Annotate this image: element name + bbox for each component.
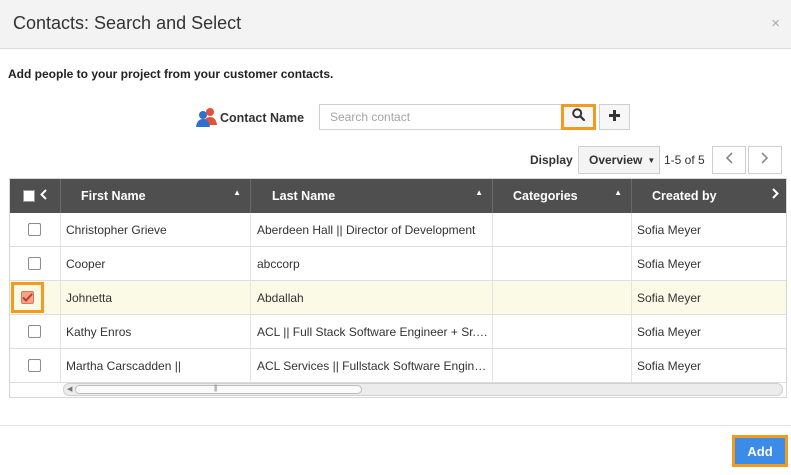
column-header-label: Last Name — [272, 189, 336, 203]
plus-icon — [609, 108, 620, 126]
view-dropdown-value: Overview — [589, 153, 643, 167]
row-checkbox-checked[interactable] — [20, 291, 34, 304]
first-name-cell: Martha Carscadden || — [61, 349, 251, 382]
view-dropdown[interactable]: Overview ▼ — [578, 146, 660, 174]
last-name-cell: ACL || Full Stack Software Engineer + Sr… — [251, 315, 493, 348]
search-icon — [572, 108, 586, 126]
scrollbar-thumb[interactable]: ||| — [75, 385, 362, 394]
search-button[interactable] — [561, 104, 596, 130]
row-select-cell — [10, 247, 61, 280]
row-select-cell — [10, 281, 61, 314]
created-by-cell: Sofia Meyer — [637, 256, 702, 271]
table-header: First Name ▲ Last Name ▲ Categories ▲ Cr… — [10, 179, 786, 213]
select-all-header — [10, 179, 61, 213]
column-header-label: Categories — [513, 189, 578, 203]
table-row[interactable]: Kathy Enros ACL || Full Stack Software E… — [10, 315, 786, 349]
grip-icon: ||| — [214, 385, 218, 392]
row-select-cell — [10, 349, 61, 382]
categories-cell — [493, 281, 632, 314]
last-name-cell: abccorp — [251, 247, 493, 280]
last-name-cell: Aberdeen Hall || Director of Development — [251, 213, 493, 246]
sort-asc-icon: ▲ — [614, 188, 622, 197]
created-by-cell: Sofia Meyer — [637, 222, 702, 237]
row-checkbox[interactable] — [27, 223, 41, 236]
table-row[interactable]: Christopher Grieve Aberdeen Hall || Dire… — [10, 213, 786, 247]
last-name-cell: ACL Services || Fullstack Software Engin… — [251, 349, 493, 382]
pager-count: 1-5 of 5 — [664, 153, 705, 167]
first-name-cell: Cooper — [61, 247, 251, 280]
add-button[interactable]: Add — [732, 435, 788, 467]
sort-asc-icon: ▲ — [233, 188, 241, 197]
close-icon[interactable]: × — [771, 15, 780, 32]
first-name-cell: Johnetta — [61, 281, 251, 314]
created-by-cell: Sofia Meyer — [637, 358, 702, 373]
categories-cell — [493, 213, 632, 246]
select-all-checkbox[interactable] — [23, 190, 35, 202]
categories-cell — [493, 349, 632, 382]
dialog-title: Contacts: Search and Select — [13, 13, 242, 33]
previous-page-button[interactable] — [712, 146, 746, 174]
categories-cell — [493, 247, 632, 280]
caret-down-icon: ▼ — [647, 155, 656, 165]
horizontal-scrollbar[interactable]: ◀ ||| — [63, 383, 783, 396]
column-header-label: First Name — [81, 189, 146, 203]
row-checkbox[interactable] — [27, 325, 41, 338]
contacts-icon — [196, 107, 220, 130]
display-label: Display — [530, 153, 573, 167]
categories-cell — [493, 315, 632, 348]
last-name-cell: Abdallah — [251, 281, 493, 314]
footer-divider — [0, 425, 791, 426]
scroll-left-arrow-icon[interactable]: ◀ — [67, 385, 72, 393]
table-row[interactable]: Martha Carscadden || ACL Services || Ful… — [10, 349, 786, 383]
row-select-cell — [10, 315, 61, 348]
first-name-cell: Kathy Enros — [61, 315, 251, 348]
search-input[interactable] — [319, 104, 561, 130]
column-header-label: Created by — [652, 189, 717, 203]
add-contact-button[interactable] — [599, 104, 630, 130]
intro-text: Add people to your project from your cus… — [8, 67, 334, 81]
checkmark-icon — [21, 293, 33, 302]
row-checkbox[interactable] — [27, 359, 41, 372]
contact-name-text: Contact Name — [220, 111, 305, 125]
contact-name-label: Contact Name — [196, 105, 304, 131]
row-select-cell — [10, 213, 61, 246]
scroll-columns-left-icon[interactable] — [40, 189, 47, 203]
column-header-created-by[interactable]: Created by — [632, 179, 786, 213]
column-header-first-name[interactable]: First Name ▲ — [61, 179, 251, 213]
created-by-cell: Sofia Meyer — [637, 324, 702, 339]
table-row-selected[interactable]: Johnetta Abdallah Sofia Meyer — [10, 281, 786, 315]
table-row[interactable]: Cooper abccorp Sofia Meyer — [10, 247, 786, 281]
dialog-header: Contacts: Search and Select × — [0, 0, 791, 49]
row-checkbox[interactable] — [27, 257, 41, 270]
column-header-last-name[interactable]: Last Name ▲ — [251, 179, 493, 213]
chevron-right-icon — [761, 151, 769, 169]
column-header-categories[interactable]: Categories ▲ — [493, 179, 632, 213]
sort-asc-icon: ▲ — [475, 188, 483, 197]
created-by-cell: Sofia Meyer — [637, 290, 702, 305]
scroll-columns-right-icon[interactable] — [772, 188, 779, 202]
contacts-table: First Name ▲ Last Name ▲ Categories ▲ Cr… — [9, 178, 787, 398]
row-checkbox-highlight — [10, 282, 44, 313]
next-page-button[interactable] — [748, 146, 782, 174]
first-name-cell: Christopher Grieve — [61, 213, 251, 246]
chevron-left-icon — [725, 151, 733, 169]
